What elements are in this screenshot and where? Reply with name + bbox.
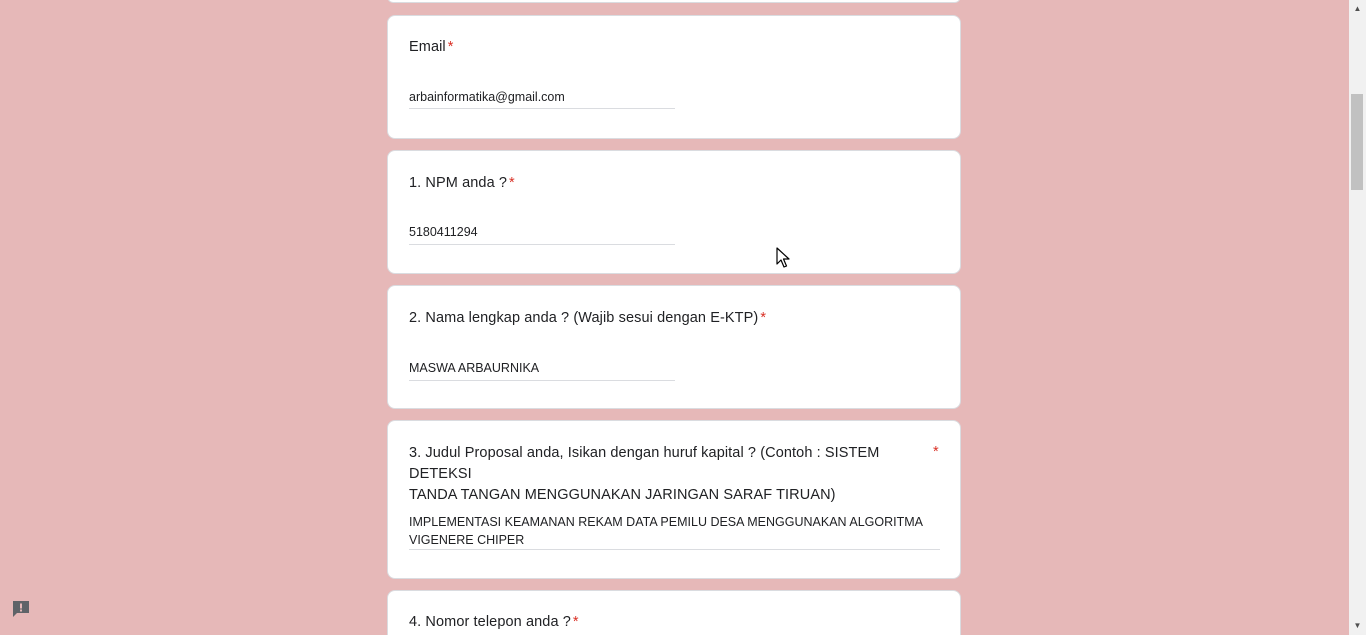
previous-card-bottom xyxy=(387,0,961,3)
required-marker: * xyxy=(509,175,515,191)
scrollbar-thumb[interactable] xyxy=(1351,94,1363,190)
proposal-title-field[interactable]: IMPLEMENTASI KEAMANAN REKAM DATA PEMILU … xyxy=(409,513,940,550)
email-question-card: Email * arbainformatika@gmail.com xyxy=(387,15,961,139)
proposal-title-label-line1: 3. Judul Proposal anda, Isikan dengan hu… xyxy=(409,445,880,482)
vertical-scrollbar[interactable]: ▲ ▼ xyxy=(1349,0,1366,635)
required-marker: * xyxy=(447,39,454,55)
proposal-title-label-line2: TANDA TANGAN MENGGUNAKAN JARINGAN SARAF … xyxy=(409,487,836,503)
npm-question-card: 1. NPM anda ? * 5180411294 xyxy=(387,150,961,274)
mouse-pointer-icon xyxy=(776,247,790,269)
required-marker: * xyxy=(572,614,579,630)
name-field[interactable]: MASWA ARBAURNIKA xyxy=(409,359,675,381)
proposal-title-label: 3. Judul Proposal anda, Isikan dengan hu… xyxy=(409,443,929,506)
npm-field[interactable]: 5180411294 xyxy=(409,223,675,245)
name-question-card: 2. Nama lengkap anda ? (Wajib sesui deng… xyxy=(387,285,961,409)
email-field[interactable]: arbainformatika@gmail.com xyxy=(409,88,675,109)
proposal-title-value-line1: IMPLEMENTASI KEAMANAN REKAM DATA PEMILU … xyxy=(409,515,923,529)
phone-question-card: 4. Nomor telepon anda ? * xyxy=(387,590,961,635)
required-marker: * xyxy=(760,310,767,326)
form-viewport: Email * arbainformatika@gmail.com 1. NPM … xyxy=(0,0,1366,635)
email-label: Email * xyxy=(409,39,454,55)
report-problem-icon[interactable] xyxy=(11,599,31,619)
required-marker: * xyxy=(933,444,939,460)
name-label: 2. Nama lengkap anda ? (Wajib sesui deng… xyxy=(409,310,767,326)
npm-label: 1. NPM anda ? * xyxy=(409,175,515,191)
phone-label: 4. Nomor telepon anda ? * xyxy=(409,614,579,630)
scroll-up-arrow-icon[interactable]: ▲ xyxy=(1349,2,1366,16)
proposal-title-value-line2: VIGENERE CHIPER xyxy=(409,533,525,547)
proposal-title-question-card: 3. Judul Proposal anda, Isikan dengan hu… xyxy=(387,420,961,579)
scroll-down-arrow-icon[interactable]: ▼ xyxy=(1349,619,1366,633)
